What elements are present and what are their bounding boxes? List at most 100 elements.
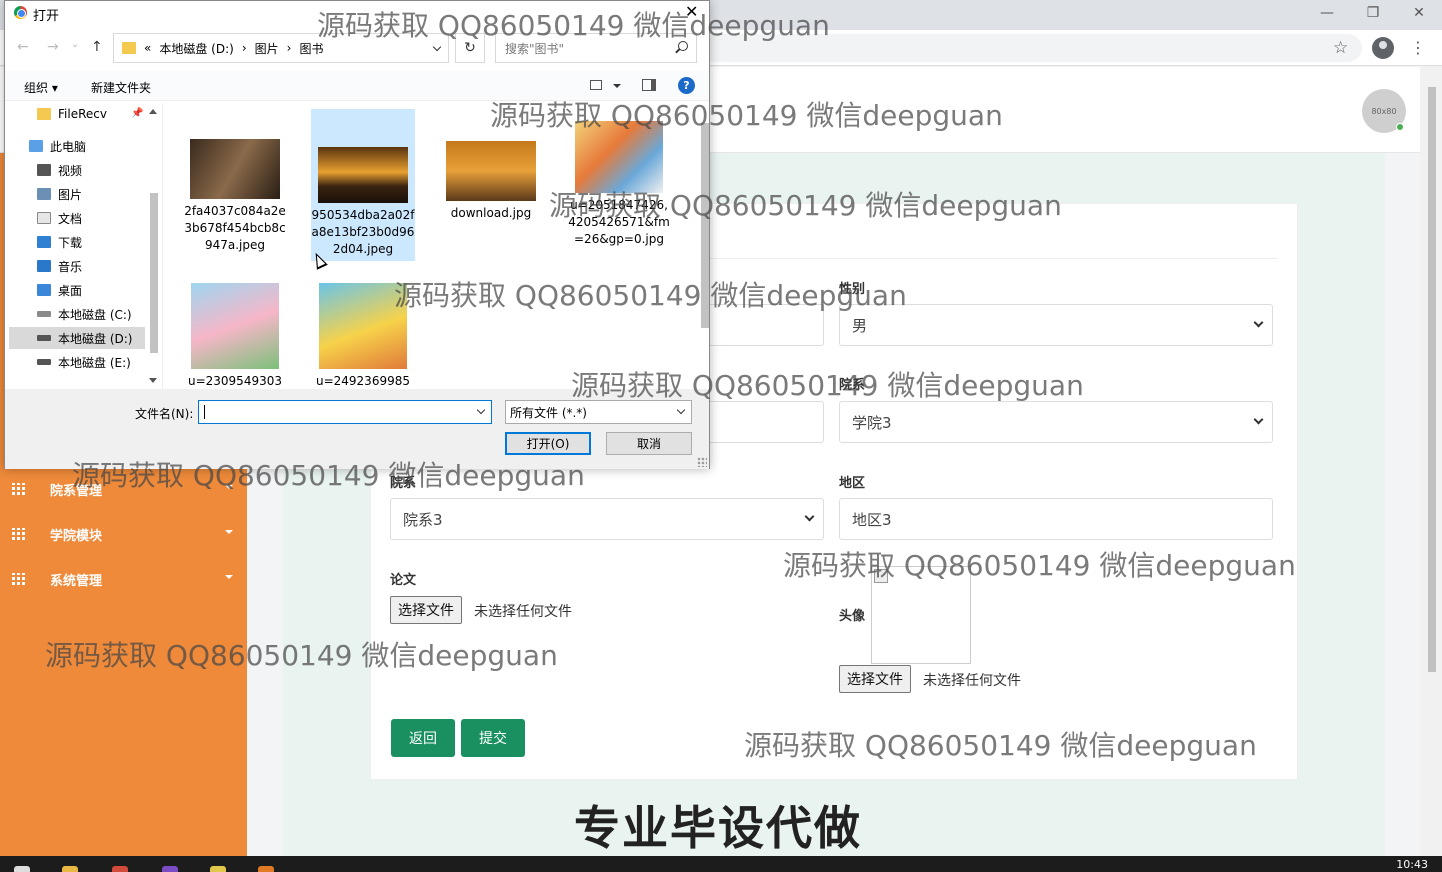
tree-item-desktop[interactable]: 桌面 <box>37 279 82 301</box>
chevron-down-icon[interactable] <box>432 42 442 52</box>
file-item[interactable]: u=2492369985 <box>311 283 415 389</box>
new-folder-button[interactable]: 新建文件夹 <box>91 79 151 96</box>
avatar-choose-file-button[interactable]: 选择文件 <box>839 665 911 693</box>
forward-arrow-icon[interactable]: → <box>47 39 59 55</box>
tree-item-this-pc[interactable]: 此电脑 <box>29 135 86 157</box>
gender-value: 男 <box>852 316 868 335</box>
sidebar-item-system[interactable]: 系统管理 <box>0 559 247 599</box>
resize-grip[interactable] <box>697 457 707 467</box>
dialog-titlebar: 打开 ✕ <box>5 1 709 25</box>
help-icon[interactable]: ? <box>678 77 695 94</box>
open-button[interactable]: 打开(O) <box>505 432 591 455</box>
college-select[interactable]: 学院3 <box>839 401 1273 443</box>
file-open-dialog: 打开 ✕ ← → ⌄ ↑ « 本地磁盘 (D:) › 图片 › 图书 ↻ 搜索"… <box>4 0 710 469</box>
tree-item-videos[interactable]: 视频 <box>37 159 82 181</box>
start-icon[interactable] <box>14 866 30 872</box>
back-arrow-icon[interactable]: ← <box>17 39 29 55</box>
paper-choose-file-button[interactable]: 选择文件 <box>390 596 462 624</box>
filetype-select[interactable]: 所有文件 (*.*) <box>505 400 692 424</box>
file-list-scrollbar[interactable] <box>697 103 713 389</box>
back-button[interactable]: 返回 <box>391 719 455 757</box>
scrollbar-thumb[interactable] <box>701 123 709 328</box>
scrollbar-thumb[interactable] <box>150 193 158 353</box>
breadcrumb-drive[interactable]: 本地磁盘 (D:) <box>159 40 233 57</box>
tree-item-music[interactable]: 音乐 <box>37 255 82 277</box>
region-value: 地区3 <box>852 510 892 529</box>
file-item[interactable]: download.jpg <box>439 141 543 222</box>
tree-item-label: 音乐 <box>58 259 83 274</box>
tree-item-filerecv[interactable]: FileRecv <box>37 103 107 125</box>
dialog-address-bar[interactable]: « 本地磁盘 (D:) › 图片 › 图书 <box>113 33 449 63</box>
sidebar-item-label: 系统管理 <box>50 573 103 589</box>
submit-button[interactable]: 提交 <box>461 719 525 757</box>
chrome-taskbar-icon[interactable] <box>112 866 128 872</box>
profile-icon[interactable] <box>1372 37 1394 59</box>
tree-item-label: 文档 <box>58 211 83 226</box>
sidebar-item-dept[interactable]: 院系管理 <box>0 469 247 509</box>
caret-down-icon <box>225 575 233 579</box>
file-name: u=2051847426,4205426571&fm=26&gp=0.jpg <box>568 198 670 246</box>
drive-icon <box>37 335 51 341</box>
scroll-up-icon[interactable] <box>149 109 157 114</box>
page-scrollbar[interactable] <box>1420 67 1442 856</box>
scroll-down-icon[interactable] <box>149 378 157 383</box>
broken-image-icon <box>874 569 888 583</box>
tree-item-drive-d[interactable]: 本地磁盘 (D:) <box>9 327 145 349</box>
taskbar: 10:43 <box>0 856 1442 872</box>
tree-item-downloads[interactable]: 下载 <box>37 231 82 253</box>
app-taskbar-icon[interactable] <box>162 866 178 872</box>
chevron-down-icon <box>804 511 815 522</box>
breadcrumb-overflow[interactable]: « <box>144 41 151 55</box>
cancel-button[interactable]: 取消 <box>606 432 692 455</box>
file-item-selected[interactable]: 950534dba2a02fa8e13bf23b0d962d04.jpeg <box>311 109 415 261</box>
app-taskbar-icon-3[interactable] <box>258 866 274 872</box>
close-window-button[interactable]: ✕ <box>1396 0 1442 26</box>
breadcrumb-separator: › <box>241 41 247 55</box>
avatar-no-file-text: 未选择任何文件 <box>923 673 1021 689</box>
refresh-button[interactable]: ↻ <box>455 33 485 63</box>
taskbar-clock: 10:43 <box>1396 858 1428 871</box>
recent-locations-icon[interactable]: ⌄ <box>71 39 79 50</box>
dialog-bottom: 文件名(N): 所有文件 (*.*) 打开(O) 取消 <box>5 389 709 469</box>
preview-pane-icon[interactable] <box>642 79 656 91</box>
kebab-menu-icon[interactable]: ⋮ <box>1410 38 1426 57</box>
search-placeholder: 搜索"图书" <box>505 41 565 56</box>
dept-select[interactable]: 院系3 <box>390 498 824 540</box>
file-item[interactable]: u=2051847426,4205426571&fm=26&gp=0.jpg <box>567 121 671 248</box>
tree-item-documents[interactable]: 文档 <box>37 207 82 229</box>
address-bar[interactable] <box>700 34 1362 62</box>
paper-label: 论文 <box>390 573 417 588</box>
tree-scrollbar[interactable] <box>146 103 162 389</box>
app-taskbar-icon-2[interactable] <box>210 866 226 872</box>
organize-button[interactable]: 组织 ▾ <box>24 79 58 96</box>
tree-item-drive-c[interactable]: 本地磁盘 (C:) <box>37 303 132 325</box>
chevron-down-icon[interactable] <box>476 405 486 415</box>
breadcrumb-folder-books[interactable]: 图书 <box>299 40 323 57</box>
file-item[interactable]: u=2309549303 <box>183 283 287 389</box>
navigation-tree: FileRecv 📌 此电脑 视频 图片 文档 下载 音乐 桌面 本地磁盘 (C… <box>5 103 163 389</box>
up-arrow-icon[interactable]: ↑ <box>91 39 103 55</box>
college-label: 院系 <box>839 378 866 393</box>
view-mode-icon[interactable] <box>590 80 602 90</box>
scrollbar-thumb[interactable] <box>1428 87 1436 672</box>
file-name: 2fa4037c084a2e3b678f454bcb8c947a.jpeg <box>184 204 286 252</box>
tree-item-pictures[interactable]: 图片 <box>37 183 82 205</box>
explorer-icon[interactable] <box>62 866 78 872</box>
minimize-button[interactable]: — <box>1304 0 1350 26</box>
star-icon[interactable]: ☆ <box>1333 38 1348 58</box>
dialog-search-input[interactable]: 搜索"图书" <box>495 33 697 63</box>
pictures-icon <box>37 188 51 200</box>
filename-label: 文件名(N): <box>135 407 194 421</box>
caret-down-icon[interactable] <box>613 84 621 88</box>
gender-label: 性别 <box>839 282 866 297</box>
sidebar-item-college[interactable]: 学院模块 <box>0 514 247 554</box>
region-input[interactable]: 地区3 <box>839 498 1273 540</box>
tree-item-drive-e[interactable]: 本地磁盘 (E:) <box>37 351 131 373</box>
dialog-close-icon[interactable]: ✕ <box>685 2 698 21</box>
restore-button[interactable]: ❐ <box>1350 0 1396 26</box>
file-item[interactable]: 2fa4037c084a2e3b678f454bcb8c947a.jpeg <box>183 139 287 254</box>
breadcrumb-folder-pictures[interactable]: 图片 <box>255 40 279 57</box>
avatar-label: 头像 <box>839 609 866 624</box>
gender-select[interactable]: 男 <box>839 304 1273 346</box>
filename-input[interactable] <box>198 400 492 424</box>
